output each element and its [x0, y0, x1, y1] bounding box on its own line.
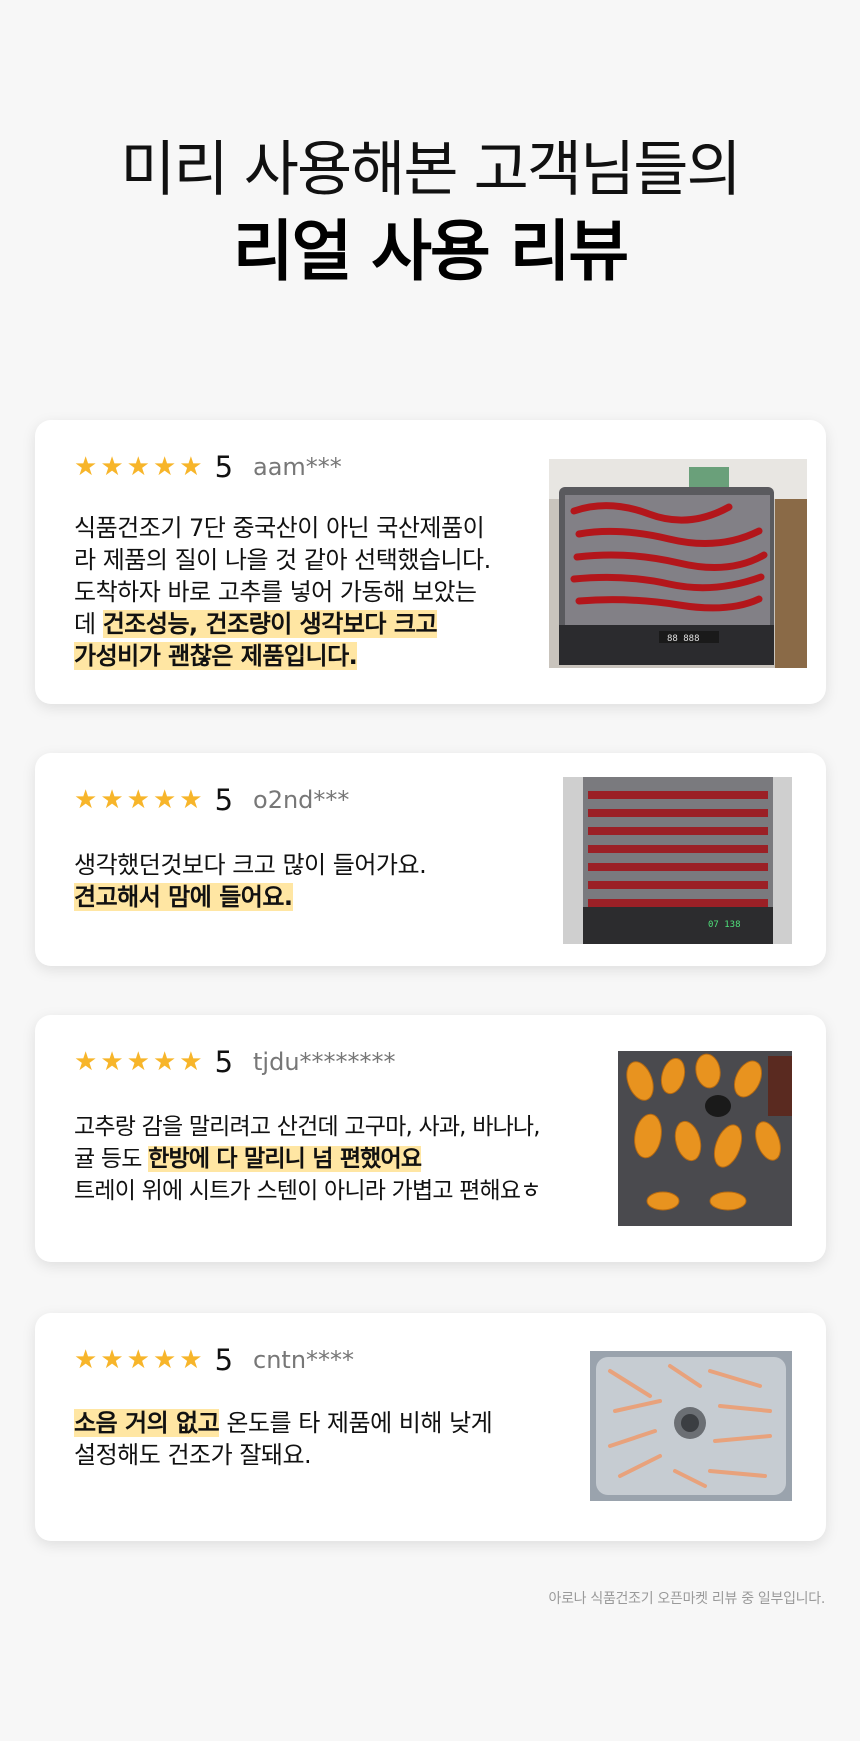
star-icon: ★ [152, 452, 177, 482]
reviewer-id: o2nd*** [253, 786, 350, 814]
review-text-plain: 온도를 타 제품에 비해 낮게 [219, 1409, 493, 1437]
rating-row: ★ ★ ★ ★ ★ 5 tjdu******** [74, 1045, 396, 1079]
rating-row: ★ ★ ★ ★ ★ 5 aam*** [74, 450, 342, 484]
review-text: 고추랑 감을 말리려고 산건데 고구마, 사과, 바나나, 귤 등도 한방에 다… [74, 1111, 541, 1207]
review-text-plain: 설정해도 건조가 잘돼요. [74, 1441, 312, 1469]
section-header: 미리 사용해본 고객님들의 리얼 사용 리뷰 [0, 132, 860, 294]
review-card: ★ ★ ★ ★ ★ 5 o2nd*** 생각했던것보다 크고 많이 들어가요. … [35, 753, 826, 966]
review-text-plain: 고추랑 감을 말리려고 산건데 고구마, 사과, 바나나, [74, 1114, 541, 1140]
star-icon: ★ [179, 1345, 203, 1375]
review-line: 고추랑 감을 말리려고 산건데 고구마, 사과, 바나나, [74, 1111, 541, 1143]
review-line: 도착하자 바로 고추를 넣어 가동해 보았는 [74, 576, 491, 608]
dried-meat-tray-photo [590, 1351, 792, 1501]
star-rating: ★ ★ ★ ★ ★ [74, 1048, 203, 1076]
review-line: 가성비가 괜찮은 제품입니다. [74, 640, 491, 672]
reviewer-id: tjdu******** [253, 1048, 396, 1076]
star-icon: ★ [100, 1047, 124, 1077]
star-icon: ★ [152, 1345, 177, 1375]
star-icon: ★ [100, 785, 124, 815]
rating-score: 5 [214, 1045, 234, 1079]
review-line: 데 건조성능, 건조량이 생각보다 크고 [74, 608, 491, 640]
review-page: 미리 사용해본 고객님들의 리얼 사용 리뷰 ★ ★ ★ ★ ★ 5 aam**… [0, 0, 860, 1741]
review-text: 식품건조기 7단 중국산이 아닌 국산제품이 라 제품의 질이 나을 것 같아 … [74, 512, 491, 672]
star-icon: ★ [152, 785, 177, 815]
rating-row: ★ ★ ★ ★ ★ 5 cntn**** [74, 1343, 354, 1377]
star-icon: ★ [126, 1047, 150, 1077]
review-highlight: 건조성능, 건조량이 생각보다 크고 [102, 610, 438, 638]
review-line: 라 제품의 질이 나을 것 같아 선택했습니다. [74, 544, 491, 576]
reviewer-id: aam*** [253, 453, 342, 481]
svg-text:88 888: 88 888 [667, 634, 700, 644]
review-line: 생각했던것보다 크고 많이 들어가요. [74, 849, 427, 881]
star-icon: ★ [126, 452, 150, 482]
star-icon: ★ [179, 785, 203, 815]
star-rating: ★ ★ ★ ★ ★ [74, 1346, 203, 1374]
header-title: 리얼 사용 리뷰 [232, 213, 629, 290]
star-rating: ★ ★ ★ ★ ★ [74, 453, 203, 481]
review-text: 생각했던것보다 크고 많이 들어가요. 견고해서 맘에 들어요. [74, 849, 427, 913]
rating-score: 5 [214, 783, 234, 817]
rating-score: 5 [214, 450, 234, 484]
review-highlight: 가성비가 괜찮은 제품입니다. [74, 642, 358, 670]
star-icon: ★ [74, 785, 98, 815]
review-text-plain: 데 [74, 610, 103, 638]
star-icon: ★ [179, 452, 203, 482]
review-text-plain: 귤 등도 [74, 1146, 149, 1172]
review-line: 귤 등도 한방에 다 말리니 넘 편했어요 [74, 1143, 541, 1175]
rating-row: ★ ★ ★ ★ ★ 5 o2nd*** [74, 783, 349, 817]
review-line: 소음 거의 없고 온도를 타 제품에 비해 낮게 [74, 1407, 493, 1439]
review-line: 설정해도 건조가 잘돼요. [74, 1439, 492, 1471]
review-line: 견고해서 맘에 들어요. [74, 881, 426, 913]
review-highlight: 견고해서 맘에 들어요. [74, 883, 293, 911]
review-text-plain: 생각했던것보다 크고 많이 들어가요. [74, 851, 427, 879]
svg-text:07 138: 07 138 [708, 920, 741, 930]
star-icon: ★ [126, 785, 150, 815]
star-icon: ★ [74, 1345, 98, 1375]
review-text-plain: 식품건조기 7단 중국산이 아닌 국산제품이 [74, 514, 485, 542]
review-line: 트레이 위에 시트가 스텐이 아니라 가볍고 편해요ㅎ [74, 1175, 541, 1207]
reviewer-id: cntn**** [253, 1346, 355, 1374]
review-card: ★ ★ ★ ★ ★ 5 cntn**** 소음 거의 없고 온도를 타 제품에 … [35, 1313, 826, 1541]
star-icon: ★ [152, 1047, 177, 1077]
review-card: ★ ★ ★ ★ ★ 5 aam*** 식품건조기 7단 중국산이 아닌 국산제품… [35, 420, 826, 704]
dried-fruit-tray-photo [618, 1051, 792, 1226]
review-highlight: 소음 거의 없고 [74, 1409, 220, 1437]
review-text-plain: 라 제품의 질이 나을 것 같아 선택했습니다. [74, 546, 491, 574]
review-text-plain: 트레이 위에 시트가 스텐이 아니라 가볍고 편해요ㅎ [74, 1178, 541, 1204]
red-pepper-dryer-photo: 88 888 [549, 459, 807, 668]
star-rating: ★ ★ ★ ★ ★ [74, 786, 203, 814]
star-icon: ★ [100, 1345, 124, 1375]
star-icon: ★ [74, 1047, 98, 1077]
star-icon: ★ [179, 1047, 203, 1077]
stacked-trays-photo: 07 138 [563, 777, 792, 944]
review-line: 식품건조기 7단 중국산이 아닌 국산제품이 [74, 512, 491, 544]
footnote: 아로나 식품건조기 오픈마켓 리뷰 중 일부입니다. [548, 1591, 825, 1607]
review-text: 소음 거의 없고 온도를 타 제품에 비해 낮게 설정해도 건조가 잘돼요. [74, 1407, 493, 1471]
header-subtitle: 미리 사용해본 고객님들의 [120, 135, 741, 205]
star-icon: ★ [74, 452, 98, 482]
review-card: ★ ★ ★ ★ ★ 5 tjdu******** 고추랑 감을 말리려고 산건데… [35, 1015, 826, 1262]
rating-score: 5 [214, 1343, 234, 1377]
star-icon: ★ [100, 452, 124, 482]
review-text-plain: 도착하자 바로 고추를 넣어 가동해 보았는 [74, 578, 477, 606]
review-highlight: 한방에 다 말리니 넘 편했어요 [148, 1146, 422, 1172]
star-icon: ★ [126, 1345, 150, 1375]
